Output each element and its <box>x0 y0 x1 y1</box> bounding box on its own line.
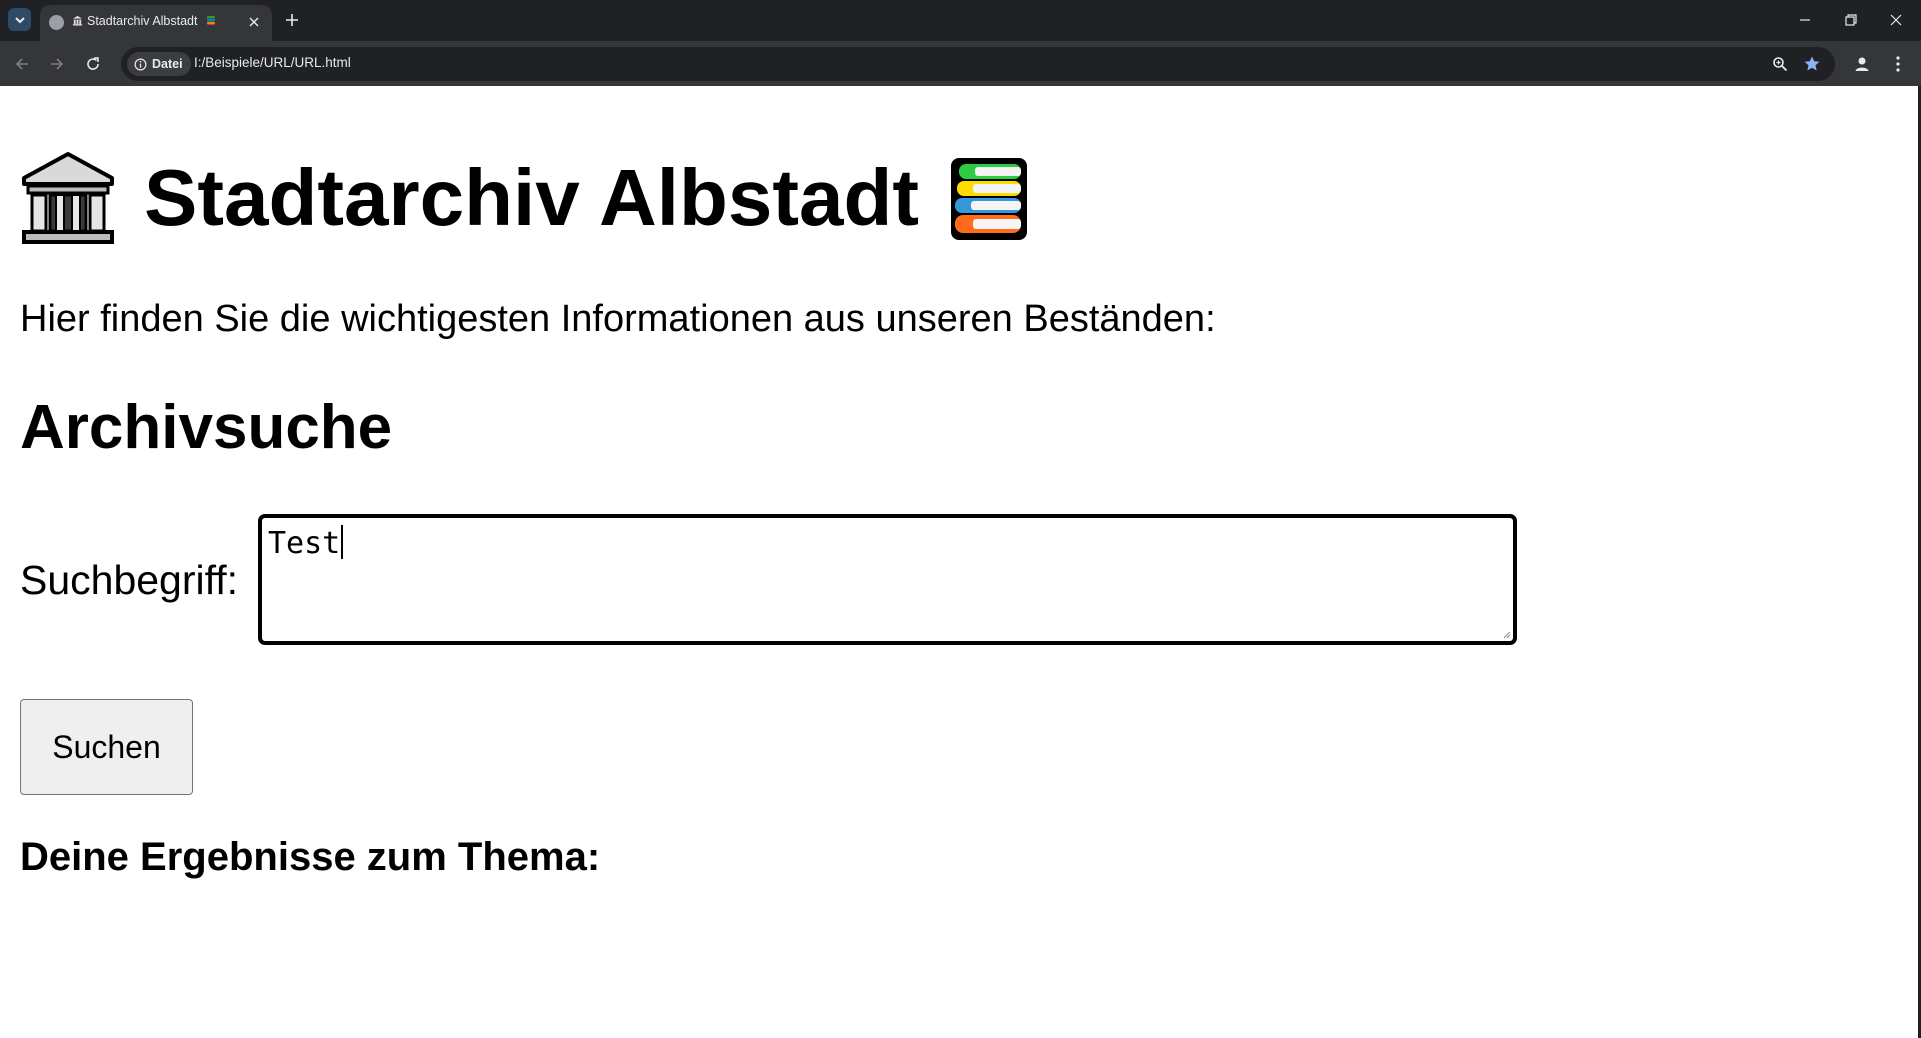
text-caret <box>341 525 344 559</box>
active-tab[interactable]: Stadtarchiv Albstadt <box>40 5 272 41</box>
page-title-text: Stadtarchiv Albstadt <box>144 153 919 242</box>
chevron-down-icon <box>14 16 25 23</box>
search-input[interactable]: Test <box>258 514 1517 645</box>
minimize-icon <box>1800 19 1810 21</box>
resize-grip-icon[interactable] <box>1501 629 1511 639</box>
classical-building-icon <box>20 150 116 246</box>
page-title: Stadtarchiv Albstadt <box>20 148 1031 248</box>
person-icon <box>1855 57 1869 71</box>
arrow-left-icon <box>15 58 28 70</box>
books-icon <box>206 16 215 25</box>
browser-tab-bar: Stadtarchiv Albstadt <box>0 0 1921 41</box>
menu-button[interactable] <box>1887 53 1909 75</box>
close-icon <box>1890 14 1902 26</box>
bookmark-button[interactable] <box>1801 53 1823 75</box>
info-icon <box>134 58 147 70</box>
globe-icon <box>49 15 64 30</box>
security-chip-label: Datei <box>152 57 183 71</box>
close-window-button[interactable] <box>1884 8 1908 32</box>
search-heading: Archivsuche <box>20 393 393 462</box>
restore-icon <box>1845 14 1857 26</box>
search-input-value[interactable]: Test <box>268 525 344 561</box>
back-button[interactable] <box>11 53 33 75</box>
search-label: Suchbegriff: <box>20 557 239 603</box>
tab-title: Stadtarchiv Albstadt <box>72 14 220 28</box>
zoom-icon <box>1773 57 1788 72</box>
classical-building-icon <box>72 15 83 26</box>
browser-toolbar: Datei I:/Beispiele/URL/URL.html <box>0 41 1921 86</box>
tab-search-button[interactable] <box>8 8 31 31</box>
address-bar[interactable]: Datei I:/Beispiele/URL/URL.html <box>121 47 1835 81</box>
close-tab-button[interactable] <box>246 14 262 30</box>
site-info-chip[interactable]: Datei <box>127 52 191 76</box>
profile-button[interactable] <box>1851 53 1873 75</box>
books-icon <box>947 150 1031 246</box>
minimize-button[interactable] <box>1793 8 1817 32</box>
new-tab-button[interactable] <box>283 11 301 29</box>
search-button[interactable]: Suchen <box>20 699 193 795</box>
url-text[interactable]: I:/Beispiele/URL/URL.html <box>194 55 351 70</box>
results-heading: Deine Ergebnisse zum Thema: <box>20 835 601 879</box>
forward-button[interactable] <box>46 53 68 75</box>
reload-button[interactable] <box>82 53 104 75</box>
intro-text: Hier finden Sie die wichtigesten Informa… <box>20 298 1216 340</box>
arrow-right-icon <box>51 58 64 70</box>
zoom-button[interactable] <box>1769 53 1791 75</box>
star-icon <box>1804 56 1820 71</box>
close-icon <box>249 17 259 27</box>
plus-icon <box>286 14 298 26</box>
reload-icon <box>87 57 99 70</box>
kebab-icon <box>1896 56 1900 72</box>
restore-button[interactable] <box>1839 8 1863 32</box>
